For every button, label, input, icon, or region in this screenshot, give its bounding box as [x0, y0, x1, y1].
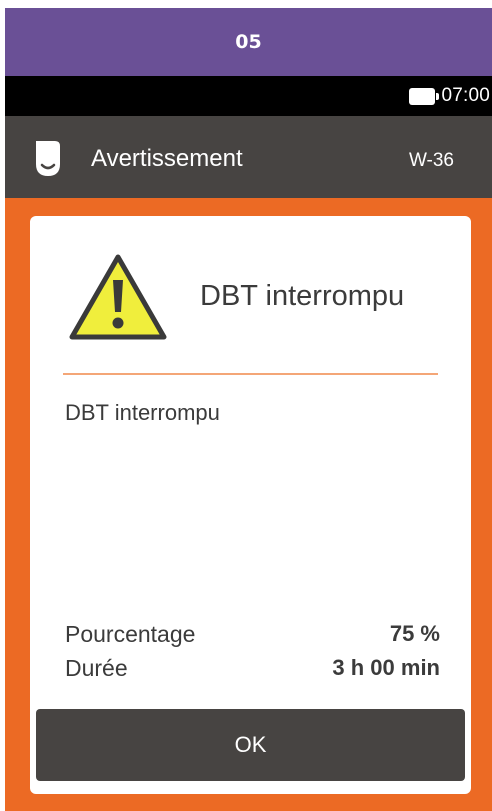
warning-code: W-36	[408, 150, 454, 171]
dialog-backdrop: DBT interrompu DBT interrompu Pourcentag…	[5, 198, 492, 811]
percentage-value: 75 %	[389, 621, 440, 646]
duration-row: Durée 3 h 00 min	[65, 655, 440, 682]
step-banner: 05	[5, 8, 492, 76]
percentage-label: Pourcentage	[65, 621, 196, 647]
divider	[63, 373, 438, 375]
percentage-row: Pourcentage 75 %	[65, 621, 440, 648]
device-icon	[36, 141, 60, 176]
warning-dialog: DBT interrompu DBT interrompu Pourcentag…	[30, 216, 471, 794]
duration-label: Durée	[65, 655, 128, 681]
clock: 07:00	[441, 85, 490, 106]
header-title: Avertissement	[91, 145, 243, 172]
ok-button-label: OK	[234, 732, 267, 757]
ok-button[interactable]: OK	[36, 709, 465, 781]
dialog-message: DBT interrompu	[65, 400, 220, 425]
header-bar: Avertissement W-36	[5, 116, 492, 198]
battery-icon	[409, 87, 440, 105]
dialog-title: DBT interrompu	[200, 280, 405, 312]
status-bar: 07:00	[5, 76, 492, 116]
warning-triangle-icon	[69, 254, 167, 340]
duration-value: 3 h 00 min	[332, 655, 440, 680]
step-number: 05	[235, 31, 262, 53]
screen: 05 07:00 Avertissement W-36 DBT interrom…	[5, 8, 492, 811]
